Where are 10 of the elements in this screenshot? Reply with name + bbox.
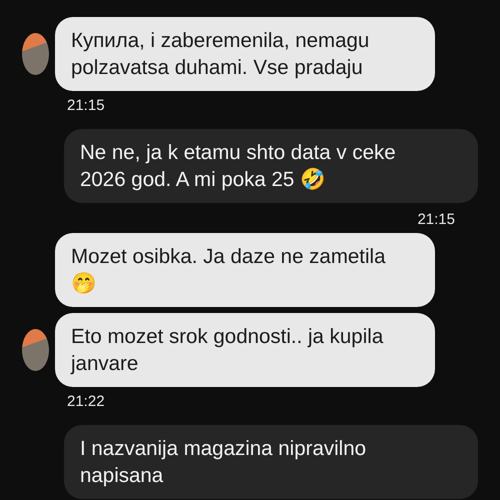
message-time: 21:15 bbox=[67, 97, 105, 115]
avatar-image[interactable] bbox=[22, 33, 49, 75]
message-bubble: Купила, i zaberemenila, nemagu polzavatsa duhami. Vse pradaju bbox=[55, 17, 435, 91]
message-bubble: Eto mozet srok godnosti.. ja kupila janvare bbox=[55, 313, 435, 387]
message-bubble: Mozet osibka. Ja daze ne zametila 🤭 bbox=[55, 233, 435, 307]
avatar-image[interactable] bbox=[22, 329, 49, 371]
message-time: 21:15 bbox=[417, 211, 455, 229]
message-bubble: I nazvanija magazina nipravilno napisana bbox=[64, 425, 478, 499]
message-bubble: Ne ne, ja k etamu shto data v ceke 2026 god. A mi poka 25 🤣 bbox=[64, 129, 478, 203]
message-time: 21:22 bbox=[67, 393, 105, 411]
